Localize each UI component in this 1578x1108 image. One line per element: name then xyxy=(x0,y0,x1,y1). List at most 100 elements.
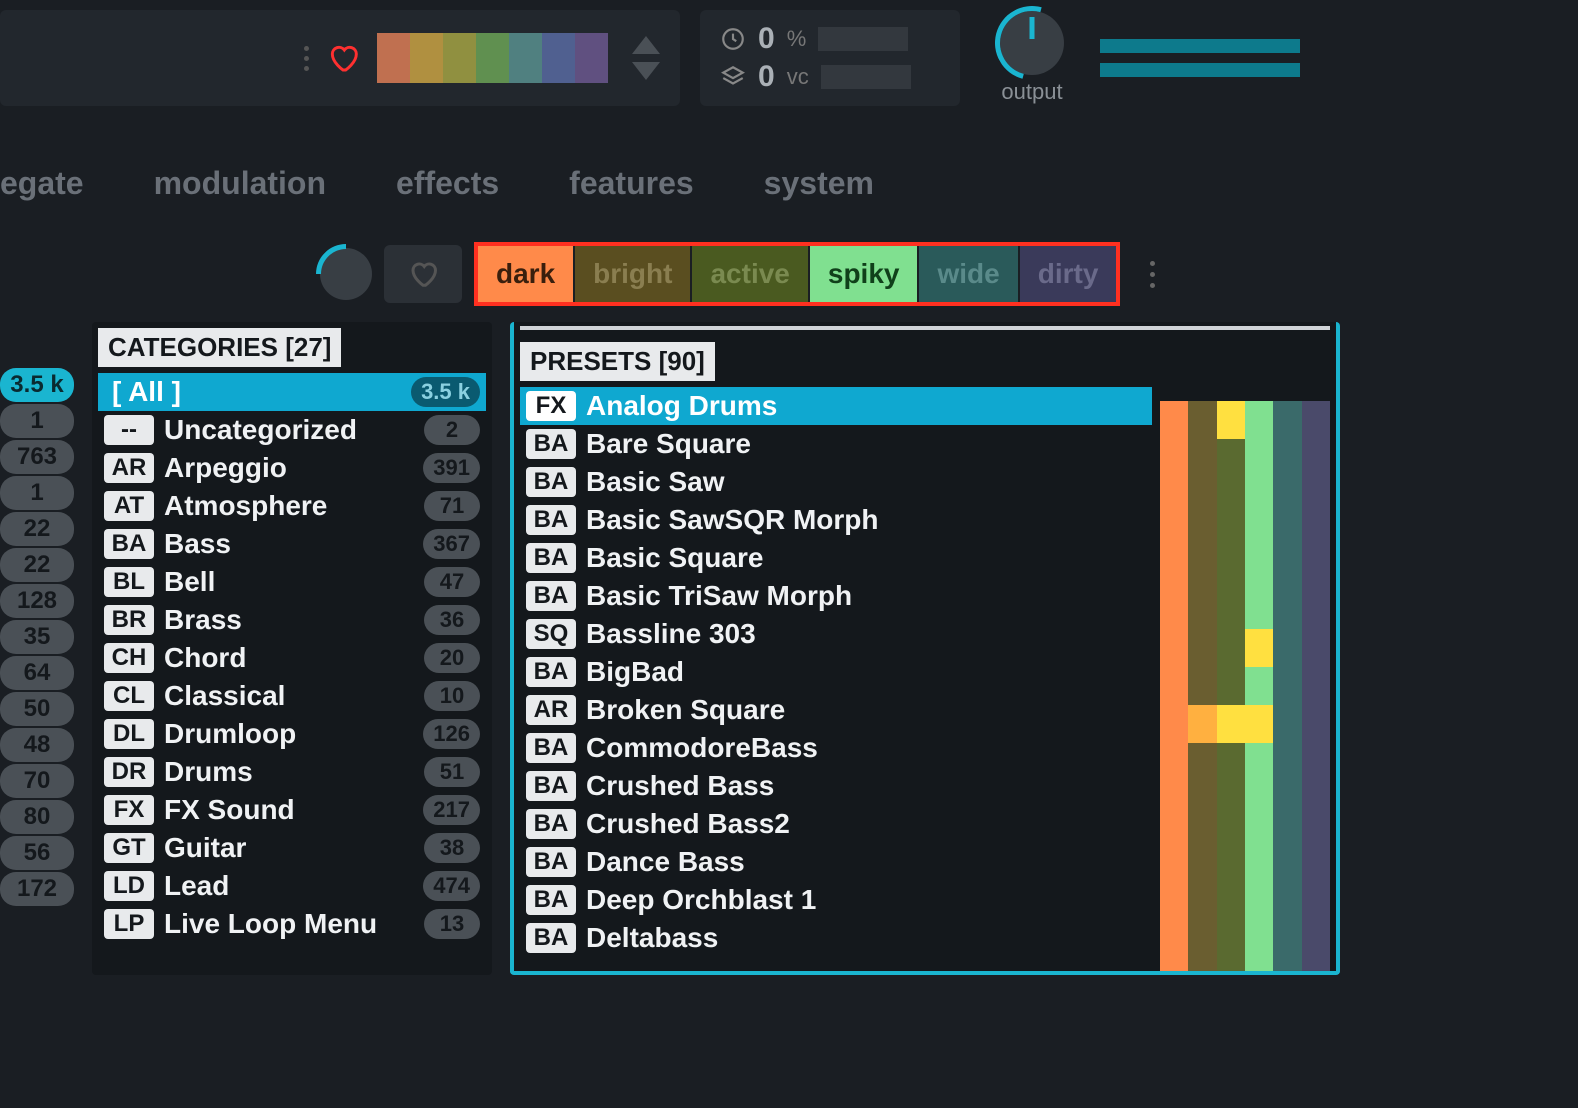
category-tag: LP xyxy=(104,909,154,939)
main-area: 3.5 k17631222212835645048708056172 CATEG… xyxy=(0,322,1578,975)
preset-tag: BA xyxy=(526,809,576,839)
preset-row[interactable]: BACrushed Bass xyxy=(520,767,1152,805)
category-row[interactable]: LDLead474 xyxy=(98,867,486,905)
preset-row[interactable]: FXAnalog Drums xyxy=(520,387,1152,425)
output-panel: output xyxy=(980,10,1320,106)
preset-row[interactable]: BABigBad xyxy=(520,653,1152,691)
preset-name: Basic TriSaw Morph xyxy=(586,580,852,612)
filter-row: darkbrightactivespikywidedirty xyxy=(0,242,1578,306)
nav-features[interactable]: features xyxy=(569,165,694,202)
tag-spiky[interactable]: spiky xyxy=(810,246,918,302)
category-name: Arpeggio xyxy=(164,452,287,484)
preset-tag: BA xyxy=(526,885,576,915)
preset-row[interactable]: BADeep Orchblast 1 xyxy=(520,881,1152,919)
category-tag: -- xyxy=(104,415,154,445)
category-row[interactable]: LP Live Loop Menu 13 xyxy=(98,905,486,943)
category-row[interactable]: DLDrumloop126 xyxy=(98,715,486,753)
preset-row[interactable]: BABasic Saw xyxy=(520,463,1152,501)
preset-tag: BA xyxy=(526,581,576,611)
nav-effects[interactable]: effects xyxy=(396,165,499,202)
drag-handle-icon[interactable] xyxy=(304,46,309,71)
category-tag: FX xyxy=(104,795,154,825)
category-row[interactable]: FXFX Sound217 xyxy=(98,791,486,829)
preset-row[interactable]: BABare Square xyxy=(520,425,1152,463)
tag-bright[interactable]: bright xyxy=(575,246,690,302)
category-name: Classical xyxy=(164,680,285,712)
categories-list: [ All ]3.5 k--Uncategorized2ARArpeggio39… xyxy=(98,373,486,943)
preset-name: CommodoreBass xyxy=(586,732,818,764)
category-count: 10 xyxy=(424,681,480,711)
category-row[interactable]: BABass367 xyxy=(98,525,486,563)
preset-name: Dance Bass xyxy=(586,846,745,878)
cpu-row: 0% xyxy=(720,22,908,56)
side-count: 56 xyxy=(0,836,74,870)
category-tag: BL xyxy=(104,567,154,597)
category-tag: CH xyxy=(104,643,154,673)
category-row[interactable]: DRDrums51 xyxy=(98,753,486,791)
preset-name: Crushed Bass2 xyxy=(586,808,790,840)
side-count-column: 3.5 k17631222212835645048708056172 xyxy=(0,322,74,975)
tag-dark[interactable]: dark xyxy=(478,246,573,302)
tag-dirty[interactable]: dirty xyxy=(1020,246,1117,302)
preset-row[interactable]: BABasic Square xyxy=(520,539,1152,577)
category-tag: BR xyxy=(104,605,154,635)
preset-tag: BA xyxy=(526,429,576,459)
side-count: 763 xyxy=(0,440,74,474)
preset-row[interactable]: BA Crushed Bass2 xyxy=(520,805,1152,843)
voices-value: 0 xyxy=(758,60,775,94)
tag-active[interactable]: active xyxy=(692,246,807,302)
category-row[interactable]: --Uncategorized2 xyxy=(98,411,486,449)
preset-stepper[interactable] xyxy=(632,36,660,80)
preset-row[interactable]: SQBassline 303 xyxy=(520,615,1152,653)
category-row[interactable]: ARArpeggio391 xyxy=(98,449,486,487)
preset-name: Basic SawSQR Morph xyxy=(586,504,879,536)
nav-egate[interactable]: egate xyxy=(0,165,84,202)
presets-panel: PRESETS [90] FXAnalog DrumsBABare Square… xyxy=(510,322,1340,975)
category-row[interactable]: CHChord20 xyxy=(98,639,486,677)
category-name: Drums xyxy=(164,756,253,788)
preset-tag: AR xyxy=(526,695,576,725)
presets-list: FXAnalog DrumsBABare SquareBABasic SawBA… xyxy=(520,387,1152,971)
category-name: Chord xyxy=(164,642,246,674)
category-count: 36 xyxy=(424,605,480,635)
preset-row[interactable]: BA Basic TriSaw Morph xyxy=(520,577,1152,615)
favorite-icon[interactable] xyxy=(325,42,361,74)
category-name: Live Loop Menu xyxy=(164,908,377,940)
category-count: 51 xyxy=(424,757,480,787)
category-row[interactable]: ATAtmosphere71 xyxy=(98,487,486,525)
chevron-down-icon[interactable] xyxy=(632,62,660,80)
nav-modulation[interactable]: modulation xyxy=(154,165,326,202)
voices-meter xyxy=(821,65,911,89)
nav-system[interactable]: system xyxy=(764,165,874,202)
preset-row[interactable]: BADeltabass xyxy=(520,919,1152,957)
preset-name: Crushed Bass xyxy=(586,770,774,802)
chevron-up-icon[interactable] xyxy=(632,36,660,54)
category-name: Bass xyxy=(164,528,231,560)
category-count: 13 xyxy=(424,909,480,939)
category-row[interactable]: BR Brass 36 xyxy=(98,601,486,639)
more-options-icon[interactable] xyxy=(1150,261,1155,288)
category-name: Brass xyxy=(164,604,242,636)
filter-knob[interactable] xyxy=(320,248,372,300)
preset-row[interactable]: ARBroken Square xyxy=(520,691,1152,729)
category-count: 367 xyxy=(423,529,480,559)
preset-row[interactable]: BA CommodoreBass xyxy=(520,729,1152,767)
category-row[interactable]: GTGuitar38 xyxy=(98,829,486,867)
preset-row[interactable]: BABasic SawSQR Morph xyxy=(520,501,1152,539)
preset-name: Deltabass xyxy=(586,922,718,954)
output-knob[interactable] xyxy=(1000,11,1064,75)
category-row[interactable]: BLBell47 xyxy=(98,563,486,601)
cpu-meter xyxy=(818,27,908,51)
category-count: 474 xyxy=(423,871,480,901)
preset-row[interactable]: BADance Bass xyxy=(520,843,1152,881)
favorites-filter-button[interactable] xyxy=(384,245,462,303)
preset-name: Analog Drums xyxy=(586,390,777,422)
tag-wide[interactable]: wide xyxy=(919,246,1017,302)
category-tag: LD xyxy=(104,871,154,901)
category-count: 126 xyxy=(423,719,480,749)
preset-tag: BA xyxy=(526,733,576,763)
category-row[interactable]: [ All ]3.5 k xyxy=(98,373,486,411)
preset-tag: BA xyxy=(526,657,576,687)
category-row[interactable]: CLClassical10 xyxy=(98,677,486,715)
nav-menu: egate modulation effects features system xyxy=(0,115,1578,242)
